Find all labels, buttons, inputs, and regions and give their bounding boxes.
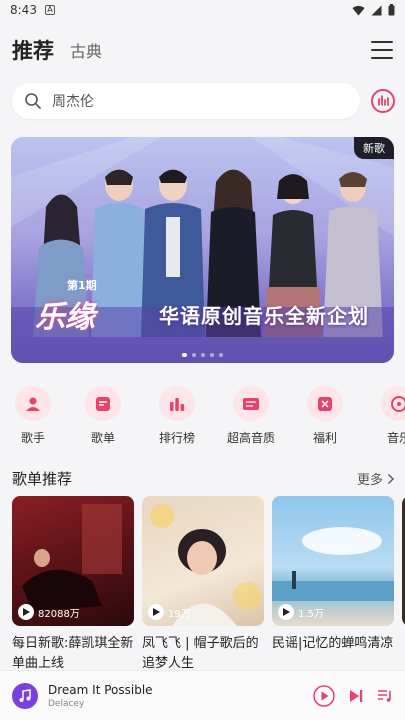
play-icon[interactable]: [313, 684, 335, 707]
play-count-value: 82088万: [38, 608, 80, 620]
play-count: 19万: [148, 604, 191, 620]
song-artist: Delacey: [48, 698, 85, 709]
status-bar: 8:43 A: [0, 0, 405, 20]
play-count-value: 1.5万: [298, 608, 324, 620]
banner-logo: 乐缘: [35, 300, 95, 335]
pagination-dot[interactable]: [201, 353, 205, 357]
search-icon: [25, 93, 41, 109]
category-singer[interactable]: 歌手: [0, 386, 66, 446]
banner-episode: 第1期: [67, 279, 97, 292]
tab-classical[interactable]: 古典: [70, 38, 102, 62]
battery-icon: [388, 4, 395, 16]
menu-icon[interactable]: [371, 41, 393, 59]
banner-caption: 华语原创音乐全新企划: [159, 304, 369, 328]
notification-icon: A: [44, 5, 55, 15]
play-icon[interactable]: [278, 604, 294, 620]
category-label: 音乐: [386, 431, 405, 445]
play-count-value: 19万: [168, 608, 191, 620]
play-icon[interactable]: [148, 604, 164, 620]
playlist-title: 每日新歌:薛凯琪全新单曲上线: [12, 636, 134, 671]
banner-badge: 新歌: [354, 137, 394, 159]
playlist-title: 民谣|记忆的蝉鸣清凉: [272, 636, 394, 651]
song-title: Dream It Possible: [48, 682, 153, 697]
category-gift[interactable]: 福利: [288, 386, 362, 446]
category-music[interactable]: 音乐: [362, 386, 405, 446]
more-link[interactable]: 更多: [357, 469, 395, 488]
listen-recognize-icon[interactable]: [370, 88, 396, 114]
category-chart[interactable]: 排行榜: [140, 386, 214, 446]
category-label: 福利: [312, 431, 337, 445]
category-label: 排行榜: [158, 431, 195, 445]
play-count: 82088万: [18, 604, 80, 620]
now-playing-info: Dream It Possible Delacey: [48, 683, 153, 709]
category-hires[interactable]: 超高音质: [214, 386, 288, 446]
signal-icon: [371, 5, 382, 15]
playlist-card[interactable]: 1.5万 民谣|记忆的蝉鸣清凉: [272, 496, 394, 654]
banner-pagination: [11, 353, 394, 357]
playlist-card[interactable]: 82088万 每日新歌:薛凯琪全新单曲上线: [12, 496, 134, 674]
pagination-dot[interactable]: [219, 353, 223, 357]
mini-player[interactable]: Dream It Possible Delacey: [0, 670, 405, 720]
status-icons: [352, 4, 395, 16]
tab-recommend[interactable]: 推荐: [12, 35, 54, 65]
category-label: 歌手: [20, 431, 45, 445]
player-controls: [313, 684, 393, 707]
search-input[interactable]: 周杰伦: [12, 83, 360, 119]
top-bar: 推荐 古典: [0, 30, 405, 70]
wifi-icon: [352, 5, 365, 16]
section-header: 歌单推荐 更多: [12, 468, 395, 489]
play-icon[interactable]: [18, 604, 34, 620]
section-title: 歌单推荐: [12, 470, 73, 488]
chart-icon: [159, 386, 195, 421]
chevron-right-icon: [388, 473, 394, 484]
playlist-cover: 19万: [142, 496, 264, 626]
play-count: 1.5万: [278, 604, 324, 620]
promo-banner[interactable]: 新歌 第1期 乐缘 华语原创音乐全新企划: [11, 137, 394, 363]
playlist-row: 82088万 每日新歌:薛凯琪全新单曲上线 19万 凤飞飞 | 帽子歌后的追梦人…: [12, 496, 405, 676]
search-placeholder: 周杰伦: [52, 94, 94, 110]
music-note-icon: [12, 682, 38, 709]
queue-icon[interactable]: [377, 689, 393, 703]
status-time: 8:43: [10, 3, 37, 17]
category-label: 超高音质: [226, 431, 275, 445]
music-icon: [381, 386, 405, 421]
pagination-dot[interactable]: [182, 353, 187, 357]
next-icon[interactable]: [349, 689, 363, 703]
playlist-cover: 1.5万: [272, 496, 394, 626]
category-label: 歌单: [90, 431, 115, 445]
hires-icon: [233, 386, 269, 421]
more-label: 更多: [356, 473, 383, 488]
gift-icon: [307, 386, 343, 421]
pagination-dot[interactable]: [192, 353, 196, 357]
playlist-card[interactable]: 19万 凤飞飞 | 帽子歌后的追梦人生: [142, 496, 264, 674]
pagination-dot[interactable]: [210, 353, 214, 357]
playlist-icon: [85, 386, 121, 421]
category-row: 歌手 歌单 排行榜 超高音质 福利 音乐: [0, 386, 405, 446]
playlist-title: 凤飞飞 | 帽子歌后的追梦人生: [142, 636, 259, 671]
playlist-cover: 82088万: [12, 496, 134, 626]
singer-icon: [15, 386, 51, 421]
category-playlist[interactable]: 歌单: [66, 386, 140, 446]
